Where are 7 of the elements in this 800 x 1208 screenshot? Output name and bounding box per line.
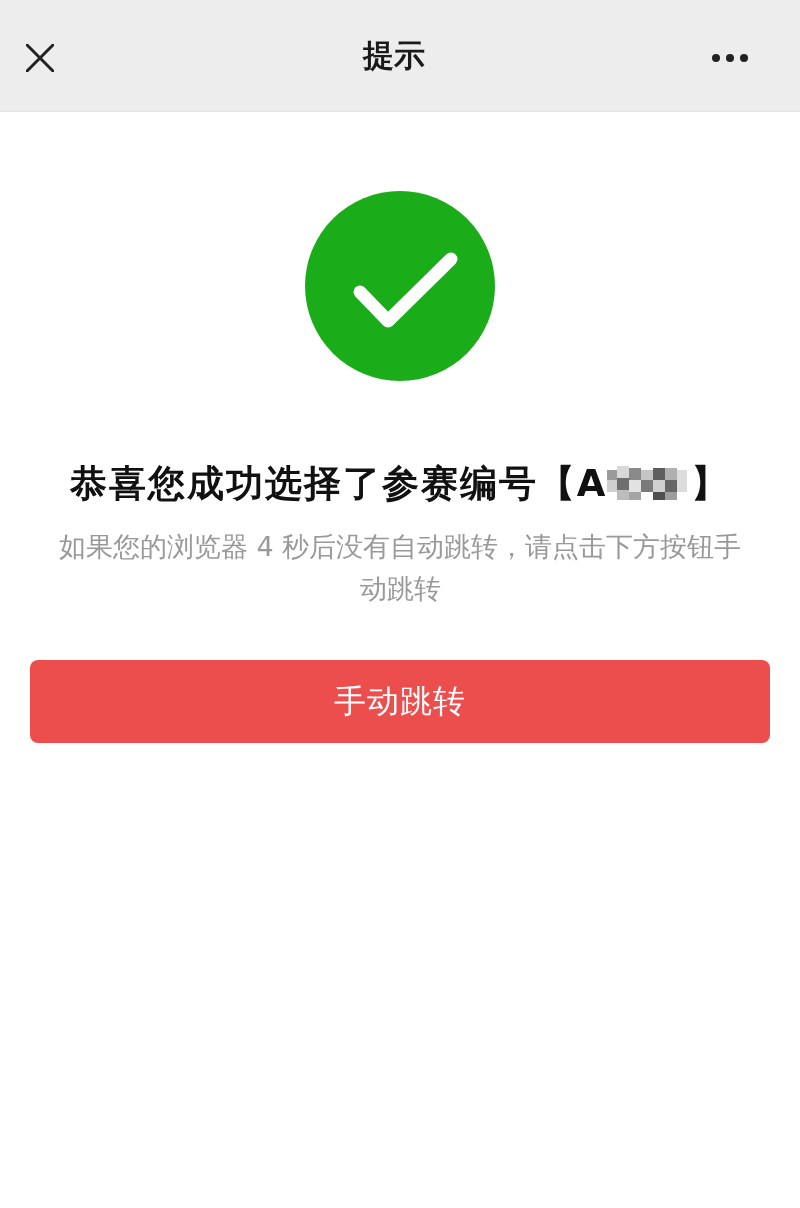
redirect-button[interactable]: 手动跳转 bbox=[30, 660, 770, 743]
redirect-message: 如果您的浏览器 4 秒后没有自动跳转，请点击下方按钮手动跳转 bbox=[57, 530, 743, 606]
more-icon[interactable] bbox=[712, 53, 748, 62]
close-icon[interactable] bbox=[26, 43, 54, 72]
bracket-text: 】 bbox=[691, 461, 731, 507]
success-heading: 恭喜您成功选择了参赛编号【A bbox=[69, 461, 608, 507]
nav-title: 提示 bbox=[363, 35, 425, 75]
